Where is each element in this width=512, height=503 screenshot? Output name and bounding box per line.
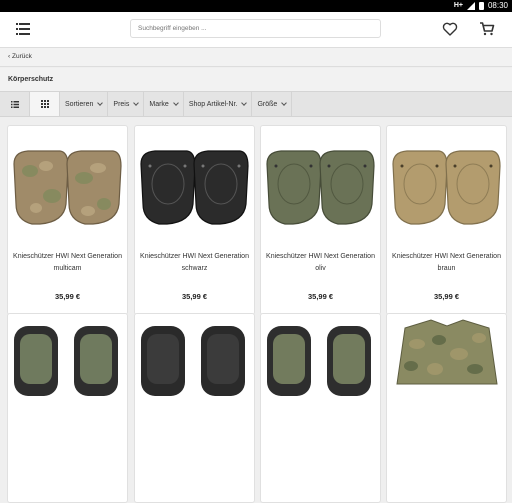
back-link[interactable]: ‹ Zurück [0,48,512,67]
network-type: H+ [453,2,463,9]
chevron-down-icon [172,100,179,106]
cart-icon[interactable] [479,21,495,37]
product-card[interactable]: Knieschützer HWI Next Generation oliv 35… [260,125,381,315]
page-title: Körperschutz [0,68,512,91]
product-name: Knieschützer HWI Next Generation schwarz [140,253,249,272]
grid-view-button[interactable] [30,92,60,116]
brand-label: Marke [149,100,169,108]
sku-label: Shop Artikel-Nr. [188,100,238,108]
clock: 08:30 [487,1,508,10]
sort-dropdown[interactable]: Sortieren [60,92,109,116]
product-card[interactable]: Knieschützer HWI Next Generation braun 3… [386,125,507,315]
grid-view-icon [40,100,49,108]
product-card[interactable] [134,313,255,503]
product-price: 35,99 € [54,292,81,301]
product-price: 35,99 € [307,292,334,301]
chevron-down-icon [241,100,248,106]
product-card[interactable]: Knieschützer HWI Next Generation schwarz… [134,125,255,315]
sort-label: Sortieren [65,100,94,108]
product-card[interactable] [386,313,507,503]
product-card[interactable] [7,313,128,503]
back-label: Zurück [11,53,32,60]
list-view-icon [10,100,19,108]
knee-pad-image [267,326,371,396]
price-filter[interactable]: Preis [108,92,145,116]
chevron-down-icon [97,100,104,106]
sku-filter[interactable]: Shop Artikel-Nr. [184,92,253,116]
product-name: Knieschützer HWI Next Generation braun [392,253,501,272]
chevron-down-icon [133,100,140,106]
filter-bar: Sortieren Preis Marke Shop Artikel-Nr. G… [0,91,512,117]
knee-pad-image [266,150,375,225]
knee-pad-image [13,150,122,225]
product-name: Knieschützer HWI Next Generation oliv [266,253,375,272]
brand-filter[interactable]: Marke [144,92,184,116]
battery-icon [478,1,484,10]
size-filter[interactable]: Größe [252,92,293,116]
vest-image [396,319,498,385]
knee-pad-image [14,326,118,396]
menu-icon[interactable] [16,23,30,35]
status-bar: H+ 08:30 [0,0,512,12]
product-price: 35,99 € [181,292,208,301]
chevron-down-icon [281,100,288,106]
product-name: Knieschützer HWI Next Generation multica… [13,253,122,272]
list-view-button[interactable] [0,92,30,116]
knee-pad-image [392,150,501,225]
product-card[interactable]: Knieschützer HWI Next Generation multica… [7,125,128,315]
signal-icon [466,1,475,10]
search-input[interactable] [130,19,381,38]
knee-pad-image [141,326,245,396]
product-card[interactable] [260,313,381,503]
product-price: 35,99 € [433,292,460,301]
top-bar [0,12,512,48]
knee-pad-image [140,150,249,225]
heart-icon[interactable] [442,21,458,37]
size-label: Größe [257,100,278,108]
price-label: Preis [113,100,130,108]
product-grid: Knieschützer HWI Next Generation multica… [0,117,512,503]
